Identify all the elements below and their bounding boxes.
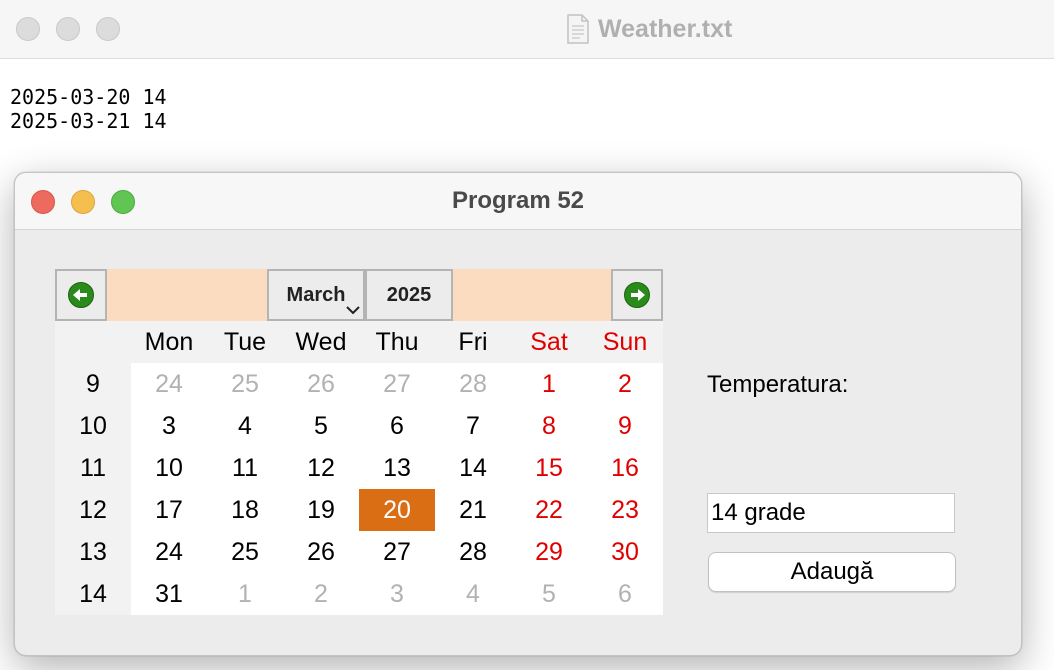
chevron-down-icon (346, 306, 360, 315)
week-number: 12 (79, 495, 107, 524)
temperature-input[interactable] (707, 493, 955, 533)
day-header-mon: Mon (144, 327, 194, 356)
temperature-label: Temperatura: (707, 371, 849, 398)
day-cell[interactable]: 6 (587, 573, 663, 615)
day-cell[interactable]: 22 (511, 489, 587, 531)
day-cell[interactable]: 18 (207, 489, 283, 531)
day-header-fri: Fri (458, 327, 488, 356)
selected-day-cell[interactable]: 20 (359, 489, 435, 531)
day-cell[interactable]: 1 (511, 363, 587, 405)
day-cell[interactable]: 2 (283, 573, 359, 615)
day-cell[interactable]: 28 (435, 363, 511, 405)
document-icon (567, 14, 589, 44)
day-cell[interactable]: 23 (587, 489, 663, 531)
day-cell[interactable]: 12 (283, 447, 359, 489)
week-number: 14 (79, 579, 107, 608)
zoom-button[interactable] (111, 190, 135, 214)
inactive-close-button[interactable] (16, 17, 40, 41)
text-line: 2025-03-20 14 (10, 85, 167, 109)
day-cell[interactable]: 17 (131, 489, 207, 531)
arrow-right-icon (624, 282, 650, 308)
text-line: 2025-03-21 14 (10, 109, 167, 133)
background-window-titlebar: Weather.txt (0, 0, 1054, 59)
day-cell[interactable]: 26 (283, 531, 359, 573)
year-label: 2025 (386, 283, 432, 306)
close-button[interactable] (31, 190, 55, 214)
day-cell[interactable]: 26 (283, 363, 359, 405)
day-cell[interactable]: 4 (207, 405, 283, 447)
day-cell[interactable]: 1 (207, 573, 283, 615)
day-cell[interactable]: 29 (511, 531, 587, 573)
day-cell[interactable]: 10 (131, 447, 207, 489)
day-header-sun: Sun (602, 327, 648, 356)
day-cell[interactable]: 25 (207, 363, 283, 405)
background-window-title: Weather.txt (566, 12, 732, 46)
day-cell[interactable]: 7 (435, 405, 511, 447)
day-cell[interactable]: 13 (359, 447, 435, 489)
day-cell[interactable]: 25 (207, 531, 283, 573)
week-number: 11 (80, 453, 106, 482)
month-label: March (286, 283, 346, 306)
day-cell[interactable]: 14 (435, 447, 511, 489)
week-number: 10 (79, 411, 107, 440)
dialog-titlebar: Program 52 (15, 173, 1021, 230)
day-header-tue: Tue (223, 327, 267, 356)
program-dialog: Program 52 March 2025 Mon Tue Wed Thu Fr… (14, 172, 1022, 656)
week-number: 9 (86, 369, 100, 398)
year-selector[interactable]: 2025 (365, 269, 453, 321)
day-cell[interactable]: 24 (131, 363, 207, 405)
day-cell[interactable]: 19 (283, 489, 359, 531)
calendar: March 2025 Mon Tue Wed Thu Fri Sat Sun 9 10 11 12 1… (55, 269, 663, 615)
day-cell[interactable]: 5 (283, 405, 359, 447)
day-header-wed: Wed (295, 327, 347, 356)
minimize-button[interactable] (71, 190, 95, 214)
day-cell[interactable]: 30 (587, 531, 663, 573)
day-cell[interactable]: 28 (435, 531, 511, 573)
day-cell[interactable]: 8 (511, 405, 587, 447)
day-cell[interactable]: 21 (435, 489, 511, 531)
next-month-button[interactable] (611, 269, 663, 321)
day-cell[interactable]: 3 (359, 573, 435, 615)
day-cell[interactable]: 5 (511, 573, 587, 615)
day-cell[interactable]: 24 (131, 531, 207, 573)
day-cell[interactable]: 2 (587, 363, 663, 405)
month-selector[interactable]: March (267, 269, 365, 321)
day-cell[interactable]: 15 (511, 447, 587, 489)
day-cell[interactable]: 9 (587, 405, 663, 447)
day-header-sat: Sat (530, 327, 568, 356)
text-file-content[interactable]: 2025-03-20 14 2025-03-21 14 (10, 85, 167, 133)
day-cell[interactable]: 31 (131, 573, 207, 615)
week-number: 13 (79, 537, 107, 566)
day-cell[interactable]: 27 (359, 531, 435, 573)
day-cell[interactable]: 4 (435, 573, 511, 615)
day-header-thu: Thu (375, 327, 419, 356)
inactive-minimize-button[interactable] (56, 17, 80, 41)
dialog-title: Program 52 (451, 187, 585, 214)
add-button[interactable]: Adaugă (708, 552, 956, 592)
day-cell[interactable]: 16 (587, 447, 663, 489)
day-cell[interactable]: 27 (359, 363, 435, 405)
day-cell[interactable]: 3 (131, 405, 207, 447)
day-cell[interactable]: 11 (207, 447, 283, 489)
day-cell[interactable]: 6 (359, 405, 435, 447)
arrow-left-icon (68, 282, 94, 308)
background-window-title-text: Weather.txt (598, 14, 733, 43)
previous-month-button[interactable] (55, 269, 107, 321)
inactive-zoom-button[interactable] (96, 17, 120, 41)
